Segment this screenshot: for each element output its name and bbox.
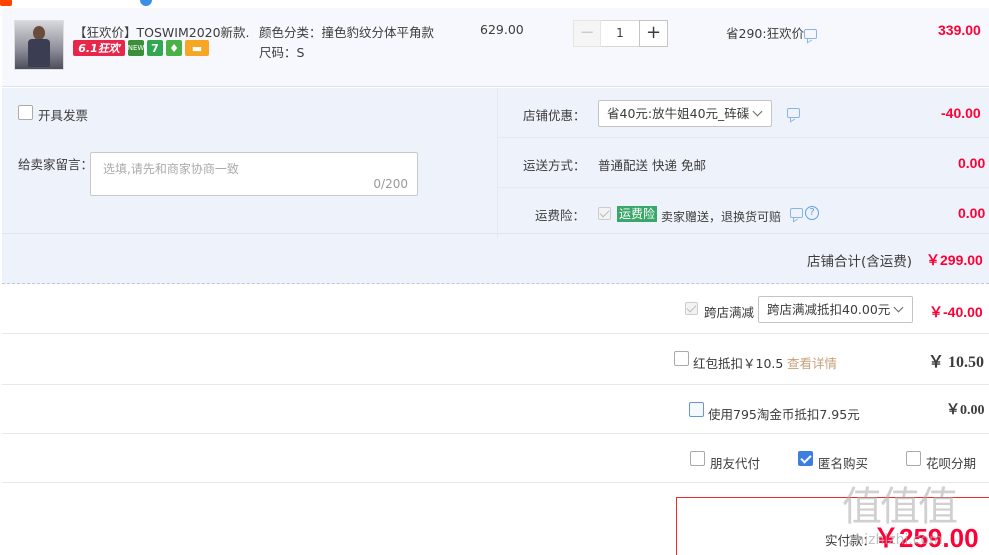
shipping-insurance-text: 卖家赠送，退换货可赔 [661, 210, 782, 224]
red-packet-checkbox[interactable] [674, 351, 689, 366]
friend-pay-checkbox[interactable] [690, 451, 705, 466]
promo-61-badge: 6.1狂欢 [73, 40, 125, 56]
red-packet-label: 红包抵扣￥10.5 [693, 356, 784, 371]
taobao-coin-label: 使用795淘金币抵扣7.95元 [708, 407, 860, 422]
divider [498, 137, 989, 138]
item-subtotal: 339.00 [938, 22, 981, 38]
item-thumbnail[interactable] [14, 20, 64, 70]
divider [2, 333, 989, 334]
shop-discount-value: -40.00 [941, 105, 981, 121]
taobao-coin-checkbox[interactable] [689, 402, 704, 417]
help-icon[interactable]: ? [805, 206, 819, 220]
cross-store-label: 跨店满减 [704, 305, 755, 320]
item-badges: 6.1狂欢 NEW 7 ♦ ▬ [73, 40, 209, 58]
divider [497, 88, 498, 238]
seller-message-label: 给卖家留言： [18, 157, 94, 172]
new-badge-icon: NEW [128, 40, 144, 56]
message-placeholder: 选填,请先和商家协商一致 [103, 162, 239, 176]
anonymous-purchase-checkbox[interactable] [798, 451, 813, 466]
divider [498, 187, 989, 188]
item-unit-price: 629.00 [480, 22, 524, 37]
discount-chat-icon[interactable] [787, 108, 800, 118]
message-char-count: 0/200 [373, 177, 408, 191]
cross-store-value: ￥-40.00 [929, 304, 983, 320]
shipping-insurance-tag: 运费险 [617, 206, 658, 222]
promo-chat-icon[interactable] [804, 29, 817, 39]
friend-pay-label[interactable]: 朋友代付 [710, 453, 760, 472]
shop-discount-select[interactable]: 省40元:放牛姐40元_砗磲 [598, 100, 772, 127]
item-color-spec: 颜色分类：撞色豹纹分体平角款 [259, 25, 435, 40]
shop-discount-selected: 省40元:放牛姐40元_砗磲 [607, 106, 750, 121]
divider [2, 384, 989, 385]
shop-total-label: 店铺合计(含运费) [807, 254, 913, 270]
shipping-insurance-label: 运费险： [535, 208, 586, 223]
invoice-checkbox[interactable] [18, 105, 33, 120]
item-promo-text: 省290:狂欢价 [726, 26, 805, 41]
shop-total-value: ￥299.00 [926, 252, 983, 268]
top-header-strip [0, 0, 989, 8]
item-size-spec: 尺码：S [259, 45, 305, 60]
cross-store-selected: 跨店满减抵扣40.00元 [767, 302, 891, 317]
actual-payment-label: 实付款： [825, 533, 876, 548]
quantity-decrease-button[interactable]: − [573, 20, 601, 47]
huabei-installment-label[interactable]: 花呗分期 [926, 453, 976, 472]
quantity-input[interactable]: 1 [601, 20, 639, 47]
huabei-installment-checkbox[interactable] [906, 451, 921, 466]
cross-store-checkbox[interactable] [685, 302, 698, 315]
shipping-insurance-checkbox[interactable] [598, 207, 611, 220]
invoice-label[interactable]: 开具发票 [38, 105, 88, 124]
divider [2, 233, 989, 234]
cross-store-select[interactable]: 跨店满减抵扣40.00元 [758, 296, 913, 323]
shop-icon [0, 0, 12, 6]
shipping-method-label: 运送方式： [523, 158, 586, 173]
chevron-down-icon [893, 302, 904, 313]
shipping-insurance-price: 0.00 [958, 205, 986, 221]
divider [2, 433, 989, 434]
divider [2, 482, 989, 483]
red-packet-value: ￥ 10.50 [928, 354, 985, 371]
shop-discount-label: 店铺优惠： [523, 108, 586, 123]
seller-message-input[interactable]: 选填,请先和商家协商一致 0/200 [90, 152, 418, 196]
item-title-link[interactable]: 【狂欢价】TOSWIM2020新款... [74, 22, 249, 41]
seven-day-return-icon: 7 [147, 40, 163, 56]
shipping-method-value: 普通配送 快递 免邮 [598, 158, 706, 173]
insurance-chat-icon[interactable] [790, 208, 803, 218]
shipping-price: 0.00 [958, 155, 986, 171]
actual-payment-value: ￥259.00 [873, 523, 979, 553]
anonymous-purchase-label[interactable]: 匿名购买 [818, 453, 868, 472]
info-icon[interactable] [140, 0, 152, 6]
guarantee-icon: ♦ [166, 40, 182, 56]
chevron-down-icon [752, 106, 763, 117]
credit-card-icon: ▬ [185, 40, 209, 56]
taobao-coin-value: ￥0.00 [946, 403, 985, 418]
red-packet-details-link[interactable]: 查看详情 [787, 353, 837, 372]
quantity-increase-button[interactable]: + [639, 20, 668, 47]
